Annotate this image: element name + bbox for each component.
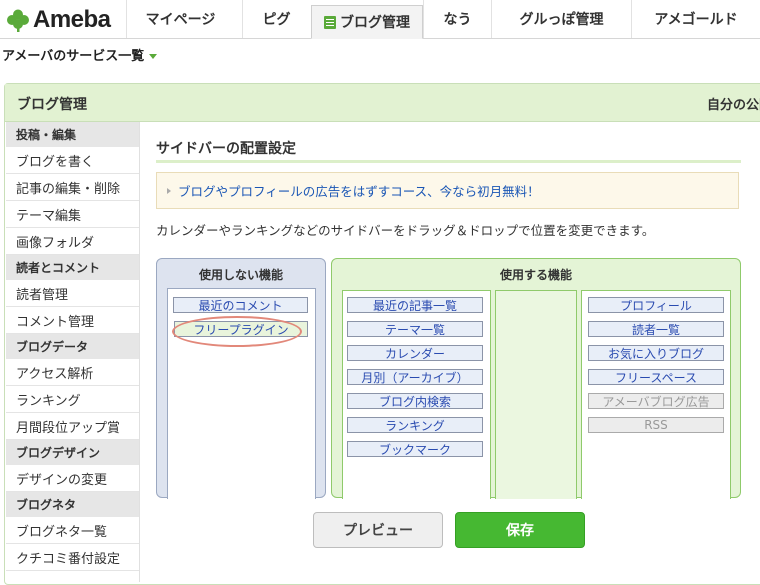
- widget-blog-search[interactable]: ブログ内検索: [347, 393, 483, 409]
- sidebar-item-edit-articles[interactable]: 記事の編集・削除: [6, 174, 139, 201]
- blog-doc-icon: [324, 15, 336, 29]
- nav-tab-blog-admin[interactable]: ブログ管理: [311, 5, 423, 39]
- widget-calendar[interactable]: カレンダー: [347, 345, 483, 361]
- widget-theme-list[interactable]: テーマ一覧: [347, 321, 483, 337]
- services-menu-label: アメーバのサービス一覧: [2, 49, 145, 64]
- widget-favorite-blogs[interactable]: お気に入りブログ: [588, 345, 724, 361]
- save-button[interactable]: 保存: [455, 512, 585, 548]
- caret-down-icon: [149, 54, 158, 59]
- nav-tab-label: アメゴールド: [654, 12, 738, 28]
- promo-banner[interactable]: ブログやプロフィールの広告をはずすコース、今なら初月無料！: [156, 172, 739, 209]
- nav-tab-label: ブログ管理: [340, 15, 410, 31]
- widget-recent-articles[interactable]: 最近の記事一覧: [347, 297, 483, 313]
- sidebar-heading: ブログネタ: [6, 492, 139, 517]
- nav-tab-pigg[interactable]: ピグ: [242, 0, 310, 38]
- services-menu[interactable]: アメーバのサービス一覧: [2, 45, 158, 64]
- sidebar-item-neta-list[interactable]: ブログネタ一覧: [6, 517, 139, 544]
- sidebar-item-theme-edit[interactable]: テーマ編集: [6, 201, 139, 228]
- highlight-ellipse: [172, 316, 302, 347]
- widget-ameba-blog-ads: アメーバブログ広告: [588, 393, 724, 409]
- promo-link[interactable]: ブログやプロフィールの広告をはずすコース、今なら初月無料！: [178, 181, 540, 200]
- nav-tab-amegold[interactable]: アメゴールド: [631, 0, 760, 38]
- sidebar-item-image-folder[interactable]: 画像フォルダ: [6, 228, 139, 255]
- sidebar-item-ranking[interactable]: ランキング: [6, 386, 139, 413]
- admin-header: ブログ管理 自分の公開: [5, 84, 760, 122]
- nav-tab-label: マイページ: [145, 12, 216, 28]
- widget-ranking[interactable]: ランキング: [347, 417, 483, 433]
- nav-tab-label: なう: [443, 12, 472, 28]
- sidebar-item-comment-admin[interactable]: コメント管理: [6, 307, 139, 334]
- sidebar-heading: 読者とコメント: [6, 255, 139, 280]
- top-nav: Ameba マイページ ピグ ブログ管理 なう グルっぽ管理 アメゴールド: [0, 0, 760, 39]
- arrow-right-icon: [167, 187, 171, 194]
- sidebar: 投稿・編集 ブログを書く 記事の編集・削除 テーマ編集 画像フォルダ 読者とコメ…: [6, 122, 139, 571]
- sidebar-item-kuchikomi-settings[interactable]: クチコミ番付設定: [6, 544, 139, 571]
- nav-tab-group-admin[interactable]: グルっぽ管理: [491, 0, 631, 38]
- sidebar-item-write-blog[interactable]: ブログを書く: [6, 147, 139, 174]
- nav-tab-label: グルっぽ管理: [519, 12, 604, 28]
- widget-bookmark[interactable]: ブックマーク: [347, 441, 483, 457]
- widget-monthly-archive[interactable]: 月別（アーカイブ）: [347, 369, 483, 385]
- used-middle-column[interactable]: [495, 290, 577, 499]
- ameba-logo[interactable]: Ameba: [6, 6, 111, 34]
- section-title: サイドバーの配置設定: [156, 141, 296, 157]
- sidebar-heading: ブログデザイン: [6, 440, 139, 465]
- sidebar-item-access-analysis[interactable]: アクセス解析: [6, 359, 139, 386]
- nav-tab-now[interactable]: なう: [423, 0, 491, 38]
- sidebar-item-design-change[interactable]: デザインの変更: [6, 465, 139, 492]
- preview-button[interactable]: プレビュー: [313, 512, 443, 548]
- panel-heading: 使用しない機能: [198, 268, 283, 282]
- widget-reader-list[interactable]: 読者一覧: [588, 321, 724, 337]
- widget-free-space[interactable]: フリースペース: [588, 369, 724, 385]
- sidebar-item-monthly-award[interactable]: 月間段位アップ賞: [6, 413, 139, 440]
- sidebar-heading: ブログデータ: [6, 334, 139, 359]
- sidebar-divider: [139, 122, 140, 582]
- panel-heading: 使用する機能: [499, 268, 572, 282]
- widget-profile[interactable]: プロフィール: [588, 297, 724, 313]
- widget-recent-comments[interactable]: 最近のコメント: [173, 297, 308, 313]
- sidebar-heading: 投稿・編集: [6, 122, 139, 147]
- page-title: ブログ管理: [17, 97, 87, 113]
- instruction-text: カレンダーやランキングなどのサイドバーをドラッグ＆ドロップで位置を変更できます。: [156, 223, 655, 238]
- sidebar-item-reader-admin[interactable]: 読者管理: [6, 280, 139, 307]
- brand-name: Ameba: [33, 6, 111, 33]
- ameba-clover-icon: [7, 9, 29, 32]
- nav-tab-label: ピグ: [262, 12, 291, 28]
- section-rule: [156, 160, 741, 163]
- widget-rss: RSS: [588, 417, 724, 433]
- unused-widgets-panel: 使用しない機能: [156, 258, 326, 499]
- nav-tab-mypage[interactable]: マイページ: [126, 0, 234, 38]
- public-status-link[interactable]: 自分の公開: [707, 94, 760, 113]
